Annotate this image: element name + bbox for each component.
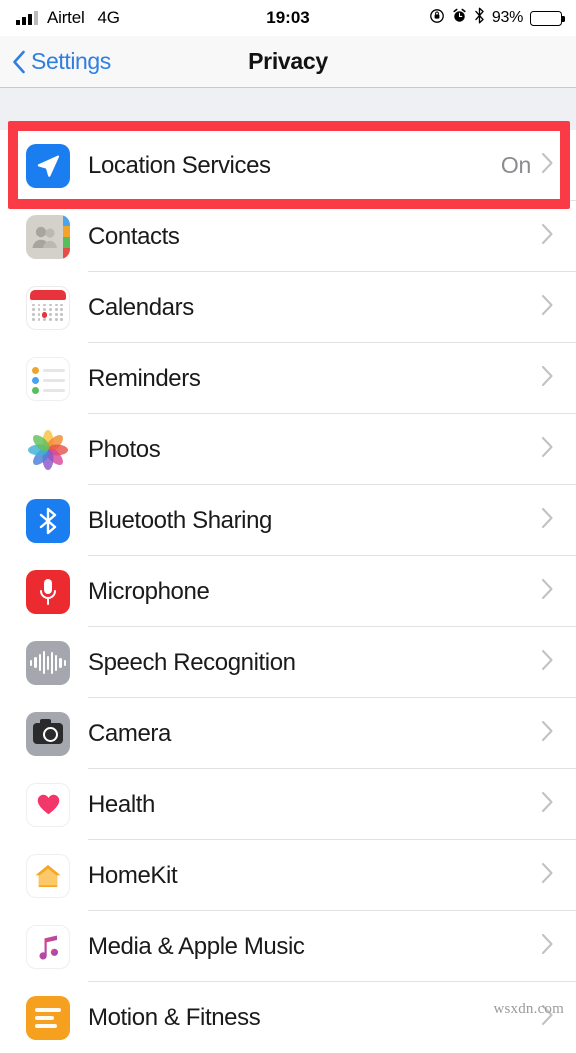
photos-pinwheel: [28, 429, 68, 470]
chevron-right-icon: [541, 578, 554, 605]
list-item-label: HomeKit: [88, 861, 178, 889]
photos-icon: [26, 427, 70, 472]
music-note-icon: [26, 924, 70, 969]
list-item-label: Media & Apple Music: [88, 932, 305, 960]
back-button[interactable]: Settings: [12, 48, 111, 75]
chevron-right-icon: [541, 294, 554, 321]
speech-waveform-icon: [26, 640, 70, 685]
list-item-label: Health: [88, 790, 155, 818]
list-item-label: Speech Recognition: [88, 648, 296, 676]
status-bar: Airtel 4G 19:03 93%: [0, 0, 576, 36]
list-item-bluetooth-sharing[interactable]: Bluetooth Sharing: [0, 485, 576, 556]
list-item-location-services[interactable]: Location Services On: [0, 130, 576, 201]
list-item-speech-recognition[interactable]: Speech Recognition: [0, 627, 576, 698]
house-icon: [26, 853, 70, 898]
list-item-health[interactable]: Health: [0, 769, 576, 840]
watermark: wsxdn.com: [493, 1001, 564, 1017]
chevron-right-icon: [541, 720, 554, 747]
list-item-camera[interactable]: Camera: [0, 698, 576, 769]
calendar-icon: [26, 285, 70, 330]
list-item-calendars[interactable]: Calendars: [0, 272, 576, 343]
section-gap: [0, 88, 576, 130]
chevron-left-icon: [12, 50, 26, 74]
list-item-contacts[interactable]: Contacts: [0, 201, 576, 272]
motion-fitness-icon: [26, 995, 70, 1040]
waveform: [30, 651, 66, 675]
status-bar-right: 93%: [429, 7, 565, 29]
location-services-highlight-wrapper: Location Services On: [0, 121, 576, 209]
chevron-right-icon: [541, 223, 554, 250]
bluetooth-icon: [474, 7, 485, 29]
contacts-tabs: [63, 214, 70, 259]
chevron-right-icon: [541, 152, 554, 179]
reminders-icon: [26, 356, 70, 401]
bluetooth-icon: [26, 498, 70, 543]
list-item-label: Calendars: [88, 293, 194, 321]
list-item-photos[interactable]: Photos: [0, 414, 576, 485]
chevron-right-icon: [541, 365, 554, 392]
alarm-clock-icon: [452, 8, 467, 28]
chevron-right-icon: [541, 862, 554, 889]
back-button-label: Settings: [31, 48, 111, 74]
list-item-reminders[interactable]: Reminders: [0, 343, 576, 414]
battery-icon: [530, 10, 565, 26]
list-item-homekit[interactable]: HomeKit: [0, 840, 576, 911]
list-item-label: Photos: [88, 435, 161, 463]
chevron-right-icon: [541, 436, 554, 463]
list-item-motion-fitness[interactable]: Motion & Fitness: [0, 982, 576, 1053]
navigation-bar: Settings Privacy: [0, 36, 576, 88]
list-item-label: Contacts: [88, 222, 180, 250]
list-item-media-apple-music[interactable]: Media & Apple Music: [0, 911, 576, 982]
chevron-right-icon: [541, 933, 554, 960]
privacy-settings-list: Location Services On Contacts Calendars …: [0, 121, 576, 1053]
heart-icon: [26, 782, 70, 827]
location-arrow-icon: [26, 143, 70, 188]
list-item-label: Microphone: [88, 577, 210, 605]
list-item-value: On: [500, 152, 531, 178]
calendar-dots: [32, 303, 64, 322]
chevron-right-icon: [541, 791, 554, 818]
contacts-icon: [26, 214, 70, 259]
list-item-label: Camera: [88, 719, 171, 747]
list-item-label: Bluetooth Sharing: [88, 506, 273, 534]
status-bar-left: Airtel 4G: [16, 8, 120, 28]
network-type-label: 4G: [97, 8, 120, 27]
carrier-label: Airtel: [47, 8, 85, 27]
list-item-label: Motion & Fitness: [88, 1003, 261, 1031]
list-item-label: Location Services: [88, 151, 271, 179]
chevron-right-icon: [541, 507, 554, 534]
list-item-microphone[interactable]: Microphone: [0, 556, 576, 627]
camera-icon: [26, 711, 70, 756]
rotation-lock-icon: [429, 8, 445, 29]
chevron-right-icon: [541, 649, 554, 676]
battery-percent-label: 93%: [491, 9, 523, 26]
signal-bars-icon: [16, 11, 38, 25]
list-item-label: Reminders: [88, 364, 201, 392]
microphone-icon: [26, 569, 70, 614]
